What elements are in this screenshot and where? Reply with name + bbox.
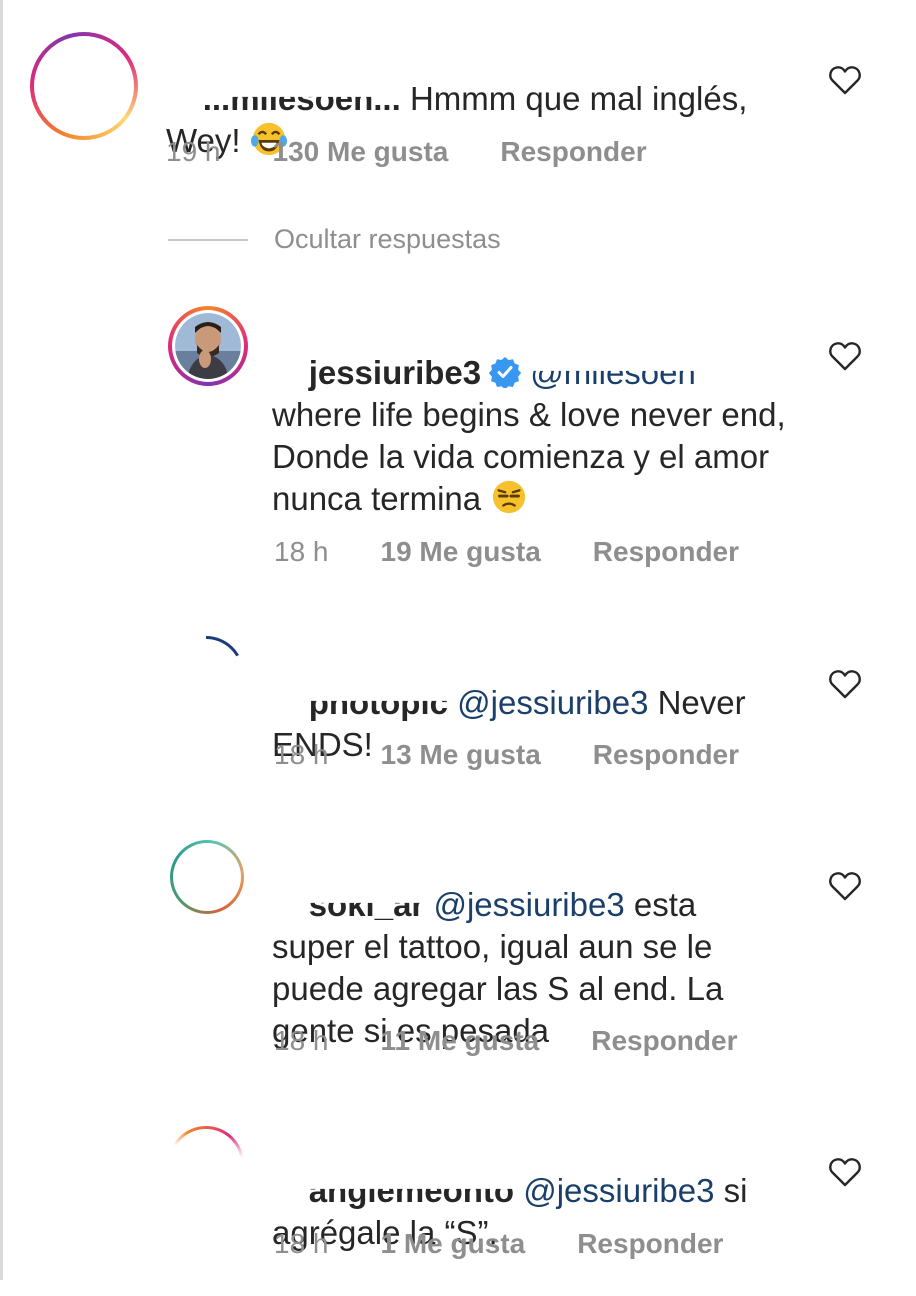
comment-text: ...milesoen... Hmmm que mal inglés, Wey! bbox=[166, 36, 786, 204]
likes-count[interactable]: 130 Me gusta bbox=[273, 136, 449, 168]
comment-time: 18 h bbox=[274, 536, 329, 567]
unamused-face-emoji bbox=[493, 480, 526, 514]
verified-badge-icon bbox=[489, 357, 522, 388]
mention-link[interactable]: @jessiuribe3 bbox=[433, 886, 624, 923]
comment-time: 18 h bbox=[274, 1228, 329, 1259]
comment-time: 18 h bbox=[274, 1025, 329, 1056]
comment-meta: 18 h 11 Me gusta Responder bbox=[274, 1025, 737, 1057]
mention-link[interactable]: @milesoen bbox=[530, 371, 696, 394]
reply-button[interactable]: Responder bbox=[591, 1025, 737, 1057]
comment-text: angiemeonto @jessiuribe3 si agrégale la … bbox=[272, 1128, 812, 1296]
divider-line bbox=[168, 238, 248, 241]
comment-meta: 19 h 130 Me gusta Responder bbox=[166, 136, 647, 168]
likes-count[interactable]: 11 Me gusta bbox=[381, 1025, 540, 1057]
heart-icon[interactable] bbox=[828, 668, 862, 700]
comment-username[interactable]: ...milesoen... bbox=[203, 97, 401, 120]
avatar[interactable] bbox=[30, 32, 138, 140]
hide-replies-toggle[interactable]: Ocultar respuestas bbox=[168, 224, 501, 255]
comment-username[interactable]: photopic bbox=[309, 701, 448, 724]
heart-icon[interactable] bbox=[828, 340, 862, 372]
comment-text: photopic @jessiuribe3 Never ENDS! bbox=[272, 640, 812, 808]
comment-username[interactable]: angiemeonto bbox=[309, 1189, 514, 1212]
comment-username[interactable]: jessiuribe3 bbox=[309, 354, 481, 391]
comment-time: 19 h bbox=[166, 136, 221, 167]
comment-meta: 18 h 13 Me gusta Responder bbox=[274, 739, 739, 771]
heart-icon[interactable] bbox=[828, 64, 862, 96]
reply-button[interactable]: Responder bbox=[593, 536, 739, 568]
comment-meta: 18 h 19 Me gusta Responder bbox=[274, 536, 739, 568]
heart-icon[interactable] bbox=[828, 870, 862, 902]
screen-edge bbox=[0, 0, 3, 1280]
comment-username[interactable]: soki_ar bbox=[309, 903, 425, 926]
comment-time: 18 h bbox=[274, 739, 329, 770]
comment-body: where life begins & love never end, Dond… bbox=[272, 396, 786, 517]
comment-meta: 18 h 1 Me gusta Responder bbox=[274, 1228, 723, 1260]
reply-button[interactable]: Responder bbox=[577, 1228, 723, 1260]
comment-text: jessiuribe3 @milesoen where life begins &… bbox=[272, 310, 792, 562]
likes-count[interactable]: 1 Me gusta bbox=[381, 1228, 526, 1260]
profile-photo bbox=[175, 313, 241, 379]
likes-count[interactable]: 19 Me gusta bbox=[381, 536, 541, 568]
hide-replies-label[interactable]: Ocultar respuestas bbox=[274, 224, 501, 255]
mention-link[interactable]: @jessiuribe3 bbox=[457, 684, 648, 721]
avatar[interactable] bbox=[170, 840, 244, 914]
heart-icon[interactable] bbox=[828, 1156, 862, 1188]
reply-button[interactable]: Responder bbox=[500, 136, 646, 168]
avatar[interactable] bbox=[168, 1126, 244, 1202]
avatar[interactable] bbox=[168, 636, 244, 712]
reply-button[interactable]: Responder bbox=[593, 739, 739, 771]
mention-link[interactable]: @jessiuribe3 bbox=[523, 1172, 714, 1209]
likes-count[interactable]: 13 Me gusta bbox=[381, 739, 541, 771]
avatar[interactable] bbox=[168, 306, 248, 386]
